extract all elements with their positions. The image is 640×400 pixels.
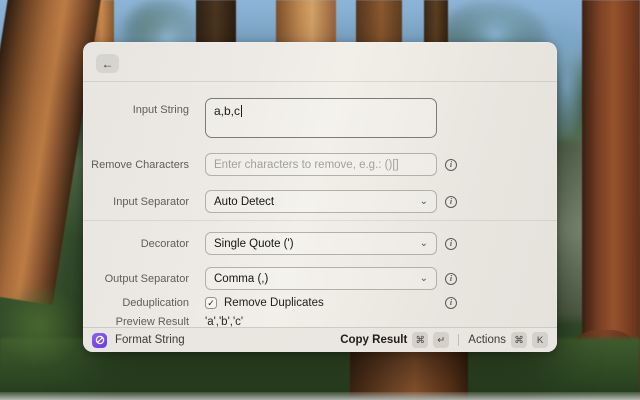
input-separator-label: Input Separator — [83, 196, 189, 208]
actions-button[interactable]: Actions — [468, 334, 506, 346]
remove-characters-label: Remove Characters — [83, 159, 189, 171]
chevron-down-icon: ⌄ — [420, 274, 428, 284]
output-separator-dropdown[interactable]: Comma (,) ⌄ — [205, 267, 437, 290]
output-separator-label: Output Separator — [83, 273, 189, 285]
window-header: ← — [83, 42, 557, 82]
decorator-label: Decorator — [83, 238, 189, 250]
info-icon[interactable]: i — [445, 238, 457, 250]
slash-circle-glyph — [95, 335, 105, 345]
back-arrow-icon: ← — [102, 57, 114, 71]
remove-duplicates-checkbox[interactable]: ✓ — [205, 297, 217, 309]
back-button[interactable]: ← — [96, 54, 119, 73]
remove-characters-row: Remove Characters i — [83, 153, 557, 176]
return-key-icon: ↵ — [433, 332, 449, 348]
footer-bar: Format String Copy Result ⌘ ↵ Actions ⌘ … — [83, 327, 557, 352]
format-string-window: ← Input String a,b,c Remove Characters i… — [83, 42, 557, 352]
section-divider — [83, 220, 557, 221]
deduplication-label: Deduplication — [83, 297, 189, 309]
input-separator-value: Auto Detect — [214, 196, 274, 208]
info-icon[interactable]: i — [445, 273, 457, 285]
command-key-icon: ⌘ — [511, 332, 527, 348]
remove-duplicates-label[interactable]: Remove Duplicates — [224, 297, 324, 309]
info-icon[interactable]: i — [445, 297, 457, 309]
chevron-down-icon: ⌄ — [420, 239, 428, 249]
input-string-textarea[interactable]: a,b,c — [205, 98, 437, 138]
copy-result-button[interactable]: Copy Result — [340, 334, 407, 346]
k-key-icon: K — [532, 332, 548, 348]
decorator-row: Decorator Single Quote (') ⌄ i — [83, 232, 557, 255]
decorator-value: Single Quote (') — [214, 238, 294, 250]
decorator-dropdown[interactable]: Single Quote (') ⌄ — [205, 232, 437, 255]
app-name: Format String — [115, 334, 185, 346]
command-key-icon: ⌘ — [412, 332, 428, 348]
info-icon[interactable]: i — [445, 159, 457, 171]
input-string-row: Input String a,b,c — [83, 98, 557, 138]
input-string-label: Input String — [83, 98, 189, 116]
info-icon[interactable]: i — [445, 196, 457, 208]
text-caret — [241, 105, 242, 117]
deduplication-row: Deduplication ✓ Remove Duplicates i — [83, 297, 557, 309]
footer-divider — [458, 334, 459, 346]
output-separator-row: Output Separator Comma (,) ⌄ i — [83, 267, 557, 290]
format-string-app-icon — [92, 333, 107, 348]
input-separator-dropdown[interactable]: Auto Detect ⌄ — [205, 190, 437, 213]
input-separator-row: Input Separator Auto Detect ⌄ i — [83, 190, 557, 213]
remove-characters-input[interactable] — [205, 153, 437, 176]
chevron-down-icon: ⌄ — [420, 197, 428, 207]
output-separator-value: Comma (,) — [214, 273, 268, 285]
